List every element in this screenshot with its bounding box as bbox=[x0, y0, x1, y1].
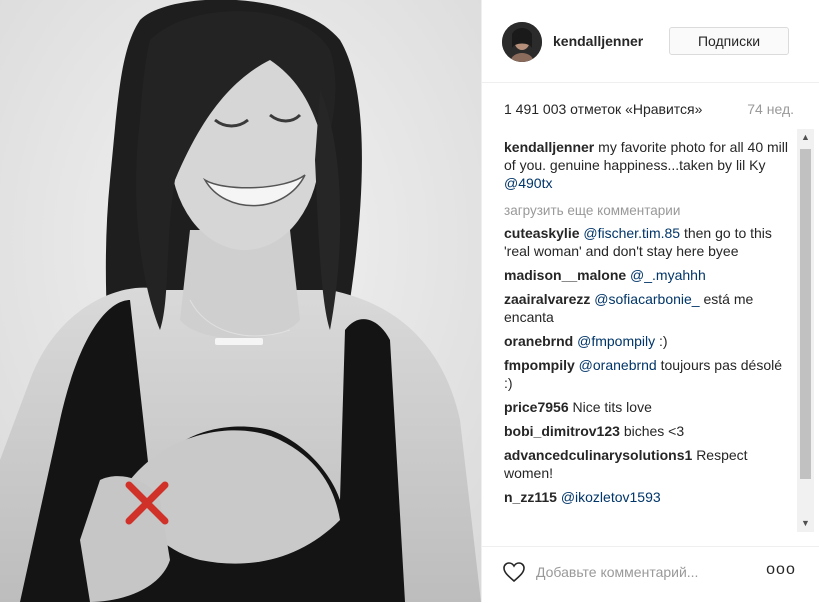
avatar[interactable] bbox=[502, 22, 542, 62]
post-header: kendalljenner Подписки bbox=[482, 0, 819, 83]
post-photo bbox=[0, 0, 481, 602]
comment-mention[interactable]: @sofiacarbonie_ bbox=[594, 291, 699, 307]
post-author-username[interactable]: kendalljenner bbox=[553, 33, 643, 49]
comment-username[interactable]: fmpompily bbox=[504, 357, 575, 373]
comment-text: Nice tits love bbox=[572, 399, 652, 415]
scrollbar-thumb[interactable] bbox=[800, 149, 811, 479]
comment-mention[interactable]: @oranebrnd bbox=[579, 357, 657, 373]
likes-row: 1 491 003 отметок «Нравится» 74 нед. bbox=[504, 101, 794, 119]
comment-bar: ooo bbox=[482, 546, 819, 603]
load-more-comments-link[interactable]: загрузить еще комментарии bbox=[504, 202, 792, 220]
comment-username[interactable]: price7956 bbox=[504, 399, 569, 415]
caption-username[interactable]: kendalljenner bbox=[504, 139, 594, 155]
comment-mention[interactable]: @ikozletov1593 bbox=[561, 489, 661, 505]
more-options-button[interactable]: ooo bbox=[766, 557, 796, 583]
following-button[interactable]: Подписки bbox=[669, 27, 789, 55]
add-comment-input[interactable] bbox=[536, 561, 746, 583]
comment-mention[interactable]: @_.myahhh bbox=[630, 267, 706, 283]
comment-item: madison__malone @_.myahhh bbox=[504, 266, 792, 284]
comment-mention[interactable]: @fmpompily bbox=[577, 333, 655, 349]
triangle-up-icon[interactable]: ▲ bbox=[797, 129, 814, 146]
comment-items: cuteaskylie @fischer.tim.85 then go to t… bbox=[504, 224, 792, 506]
comment-username[interactable]: advancedculinarysolutions1 bbox=[504, 447, 692, 463]
comment-username[interactable]: n_zz115 bbox=[504, 489, 557, 505]
comment-item: advancedculinarysolutions1 Respect women… bbox=[504, 446, 792, 482]
comment-item: n_zz115 @ikozletov1593 bbox=[504, 488, 792, 506]
comment-item: zaairalvarezz @sofiacarbonie_ está me en… bbox=[504, 290, 792, 326]
post-side-panel: kendalljenner Подписки 1 491 003 отметок… bbox=[481, 0, 819, 602]
heart-svg bbox=[503, 562, 525, 583]
comment-username[interactable]: zaairalvarezz bbox=[504, 291, 590, 307]
comment-text: :) bbox=[655, 333, 668, 349]
triangle-down-icon[interactable]: ▼ bbox=[797, 515, 814, 532]
heart-outline-icon[interactable] bbox=[502, 560, 526, 584]
comment-username[interactable]: madison__malone bbox=[504, 267, 626, 283]
caption: kendalljenner my favorite photo for all … bbox=[504, 138, 792, 192]
comments-scrollbar[interactable]: ▲ ▼ bbox=[797, 129, 814, 532]
comment-item: fmpompily @oranebrnd toujours pas désolé… bbox=[504, 356, 792, 392]
comment-item: bobi_dimitrov123 biches <3 bbox=[504, 422, 792, 440]
post-age[interactable]: 74 нед. bbox=[747, 101, 794, 117]
likes-count[interactable]: 1 491 003 отметок «Нравится» bbox=[504, 101, 702, 117]
comment-username[interactable]: bobi_dimitrov123 bbox=[504, 423, 620, 439]
photo-image bbox=[0, 0, 481, 602]
caption-mention[interactable]: @490tx bbox=[504, 175, 552, 191]
comment-username[interactable]: oranebrnd bbox=[504, 333, 573, 349]
comment-mention[interactable]: @fischer.tim.85 bbox=[583, 225, 680, 241]
comment-item: oranebrnd @fmpompily :) bbox=[504, 332, 792, 350]
comment-item: price7956 Nice tits love bbox=[504, 398, 792, 416]
avatar-image bbox=[502, 22, 542, 62]
comment-username[interactable]: cuteaskylie bbox=[504, 225, 580, 241]
comment-text: biches <3 bbox=[623, 423, 685, 439]
comments-list: kendalljenner my favorite photo for all … bbox=[504, 138, 792, 538]
comment-item: cuteaskylie @fischer.tim.85 then go to t… bbox=[504, 224, 792, 260]
